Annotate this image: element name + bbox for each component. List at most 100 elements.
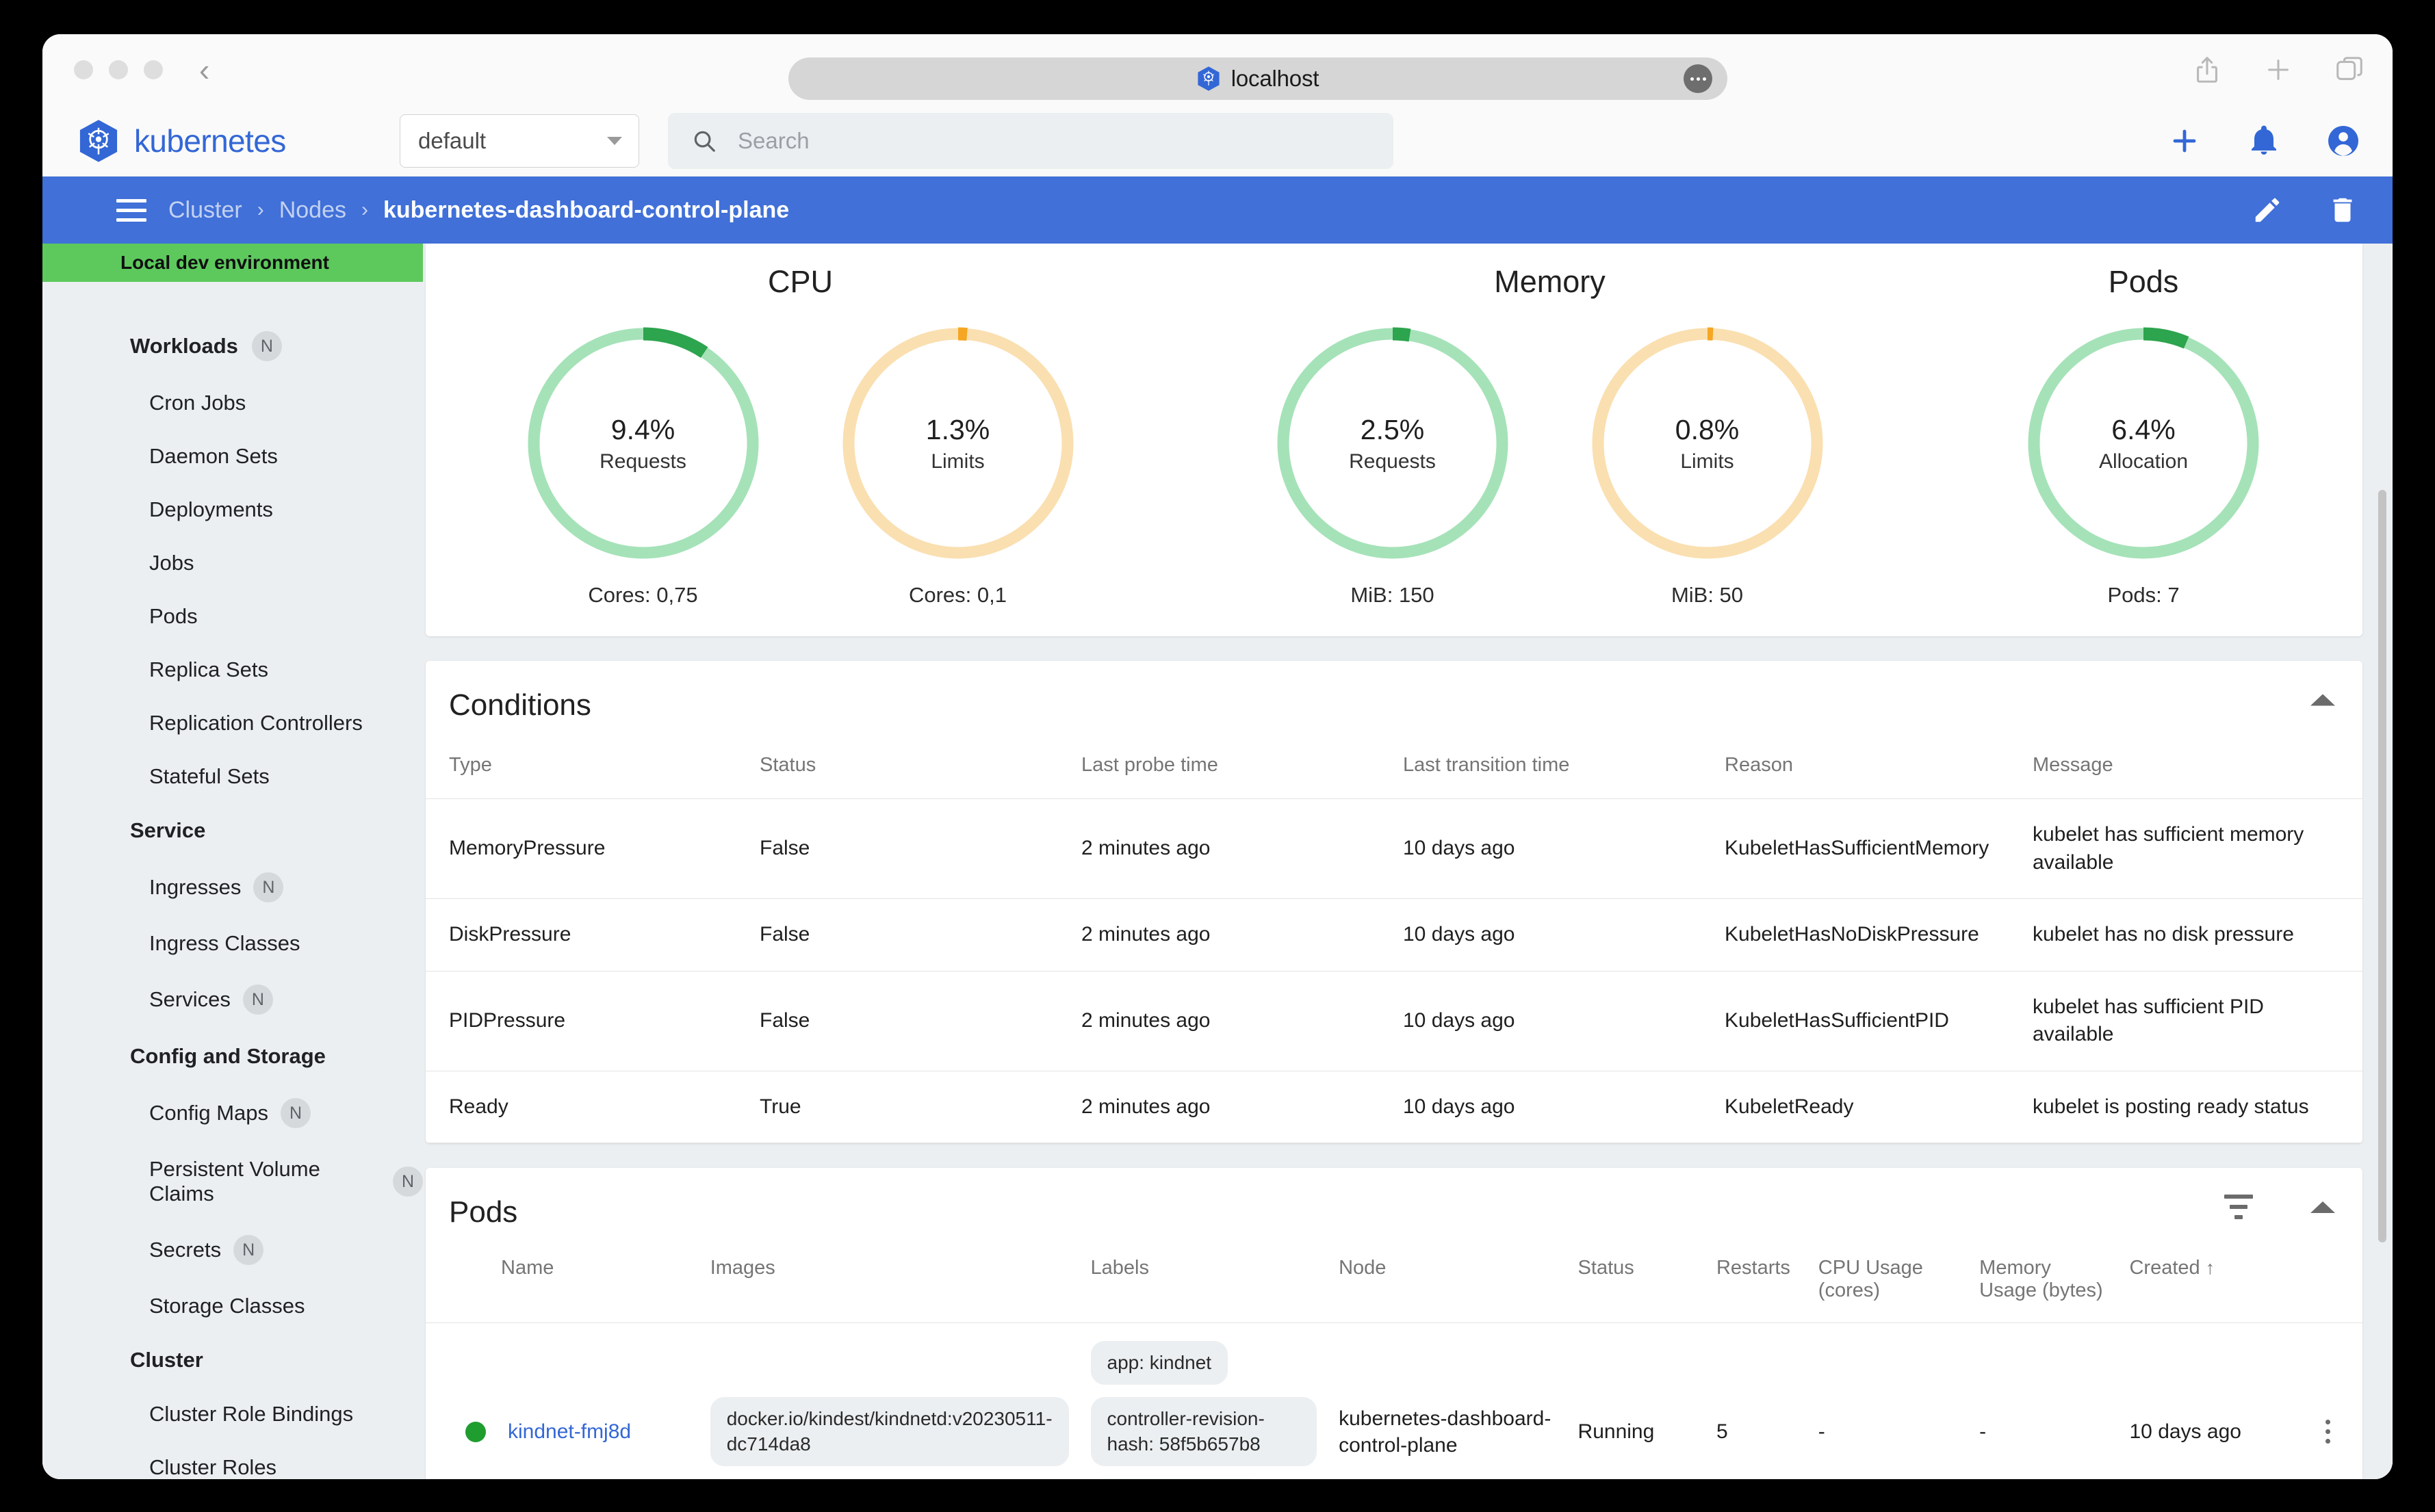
sidebar-item-config-maps[interactable]: Config Maps N [42, 1084, 423, 1143]
sidebar-item-storage-classes[interactable]: Storage Classes [42, 1279, 423, 1333]
edit-pencil-icon[interactable] [2252, 194, 2283, 226]
delete-trash-icon[interactable] [2327, 194, 2358, 226]
metrics-card: CPU 9.4% Requests Cores: 0,75 1.3% Limits Core… [426, 244, 2362, 636]
condition-message: kubelet has sufficient memory available [2020, 798, 2362, 899]
sidebar-item-services[interactable]: Services N [42, 970, 423, 1029]
add-icon[interactable] [2168, 125, 2201, 157]
namespaced-badge: N [393, 1166, 423, 1197]
close-window-button[interactable] [74, 60, 93, 79]
column-header-restarts[interactable]: Restarts [1705, 1246, 1807, 1323]
donut-caption: MiB: 150 [1350, 583, 1434, 607]
tabs-overview-icon[interactable] [2334, 54, 2365, 86]
donut-label: Requests [600, 449, 686, 473]
breadcrumb-item-nodes[interactable]: Nodes [279, 197, 346, 224]
pod-actions-cell [2293, 1322, 2362, 1479]
pods-table: Name Images Labels Node Status Restarts … [426, 1246, 2362, 1479]
url-bar[interactable]: localhost [788, 57, 1727, 100]
column-header-status[interactable]: Status [747, 739, 1069, 799]
donut-label: Allocation [2098, 449, 2189, 473]
donut-center-text: 1.3% Limits [835, 320, 1081, 566]
table-row[interactable]: PIDPressure False 2 minutes ago 10 days ago… [426, 970, 2362, 1071]
sidebar-item-secrets[interactable]: Secrets N [42, 1221, 423, 1279]
sidebar-item-jobs[interactable]: Jobs [42, 536, 423, 590]
condition-status: True [747, 1070, 1069, 1143]
metric-group-memory: Memory 2.5% Requests MiB: 150 0.8% Limits MiB:… [1175, 244, 1924, 608]
sidebar-item-ingress-classes[interactable]: Ingress Classes [42, 917, 423, 970]
condition-reason: KubeletHasNoDiskPressure [1712, 898, 2020, 971]
new-tab-icon[interactable] [2263, 54, 2294, 86]
column-header-cpu-usage[interactable]: CPU Usage (cores) [1807, 1246, 1968, 1323]
pod-images-cell: docker.io/kindest/kindnetd:v20230511-dc7… [699, 1322, 1080, 1479]
sidebar-item-daemon-sets[interactable]: Daemon Sets [42, 430, 423, 483]
sidebar-item-cluster-roles[interactable]: Cluster Roles [42, 1441, 423, 1479]
chevron-up-icon[interactable] [2310, 1201, 2335, 1213]
table-header-row: Type Status Last probe time Last transit… [426, 739, 2362, 799]
sidebar-item-stateful-sets[interactable]: Stateful Sets [42, 750, 423, 803]
column-header-reason[interactable]: Reason [1712, 739, 2020, 799]
maximize-window-button[interactable] [144, 60, 163, 79]
search-box[interactable] [668, 112, 1393, 169]
brand[interactable]: kubernetes [78, 119, 400, 163]
column-header-message[interactable]: Message [2020, 739, 2362, 799]
donut-percent: 0.8% [1675, 413, 1740, 445]
share-icon[interactable] [2191, 54, 2223, 86]
namespace-select[interactable]: default [400, 114, 639, 168]
conditions-table-body: MemoryPressure False 2 minutes ago 10 days … [426, 798, 2362, 1143]
sidebar-item-replication-controllers[interactable]: Replication Controllers [42, 696, 423, 750]
sidebar-item-label: Services [149, 987, 231, 1011]
condition-status: False [747, 970, 1069, 1071]
sidebar-item-pods[interactable]: Pods [42, 590, 423, 643]
minimize-window-button[interactable] [109, 60, 128, 79]
donut-percent: 2.5% [1360, 413, 1425, 445]
search-input[interactable] [738, 127, 1370, 154]
table-row[interactable]: kindnet-fmj8d docker.io/kindest/kindnetd:… [426, 1322, 2362, 1479]
sidebar-item-deployments[interactable]: Deployments [42, 483, 423, 536]
donut-center-text: 9.4% Requests [520, 320, 766, 566]
table-row[interactable]: MemoryPressure False 2 minutes ago 10 days … [426, 798, 2362, 899]
condition-status: False [747, 898, 1069, 971]
column-header-labels[interactable]: Labels [1080, 1246, 1328, 1323]
brand-wordmark: kubernetes [134, 122, 286, 159]
hamburger-icon[interactable] [116, 198, 146, 222]
sidebar-item-ingresses[interactable]: Ingresses N [42, 858, 423, 917]
back-button[interactable]: ‹ [199, 54, 209, 86]
donut-chart: 9.4% Requests [520, 320, 766, 566]
column-header-type[interactable]: Type [426, 739, 747, 799]
column-header-memory-usage[interactable]: Memory Usage (bytes) [1968, 1246, 2118, 1323]
kebab-menu-icon[interactable] [2304, 1420, 2352, 1444]
column-header-node[interactable]: Node [1328, 1246, 1567, 1323]
pod-status-cell: Running [1567, 1322, 1705, 1479]
column-header-name[interactable]: Name [426, 1246, 699, 1323]
sidebar-item-replica-sets[interactable]: Replica Sets [42, 643, 423, 696]
sidebar-group-label: Cluster [130, 1348, 203, 1372]
notifications-icon[interactable] [2247, 125, 2280, 157]
column-header-transition-time[interactable]: Last transition time [1391, 739, 1712, 799]
page-menu-button[interactable] [1684, 64, 1712, 93]
sidebar-item-persistent-volume-claims[interactable]: Persistent Volume Claims N [42, 1143, 423, 1221]
sidebar-item-label: Deployments [149, 497, 273, 521]
sidebar-item-cluster-role-bindings[interactable]: Cluster Role Bindings [42, 1387, 423, 1441]
donut-row: 2.5% Requests MiB: 150 0.8% Limits MiB: 50 [1175, 320, 1924, 608]
column-header-created[interactable]: Created ↑ [2118, 1246, 2293, 1323]
column-header-images[interactable]: Images [699, 1246, 1080, 1323]
account-icon[interactable] [2327, 125, 2360, 157]
chevron-up-icon[interactable] [2310, 694, 2335, 706]
column-header-probe-time[interactable]: Last probe time [1069, 739, 1391, 799]
table-row[interactable]: DiskPressure False 2 minutes ago 10 days ag… [426, 898, 2362, 971]
pods-card: Pods Name Images Labels Node Status Rest… [426, 1168, 2362, 1479]
namespaced-badge: N [233, 1235, 264, 1265]
condition-probe-time: 2 minutes ago [1069, 1070, 1391, 1143]
sidebar-item-label: Config Maps [149, 1101, 269, 1125]
breadcrumb-item-cluster[interactable]: Cluster [168, 197, 242, 224]
metric-group-cpu: CPU 9.4% Requests Cores: 0,75 1.3% Limits Core… [426, 244, 1175, 608]
pod-name-link[interactable]: kindnet-fmj8d [508, 1418, 631, 1445]
sidebar-item-cron-jobs[interactable]: Cron Jobs [42, 376, 423, 430]
table-row[interactable]: Ready True 2 minutes ago 10 days ago Kubelet… [426, 1070, 2362, 1143]
column-header-status[interactable]: Status [1567, 1246, 1705, 1323]
donut-caption: Pods: 7 [2107, 583, 2180, 607]
content-scrollbar[interactable] [2376, 244, 2388, 1479]
filter-icon[interactable] [2224, 1195, 2253, 1219]
scrollbar-thumb[interactable] [2378, 490, 2386, 1242]
condition-message: kubelet has sufficient PID available [2020, 970, 2362, 1071]
condition-type: PIDPressure [426, 970, 747, 1071]
